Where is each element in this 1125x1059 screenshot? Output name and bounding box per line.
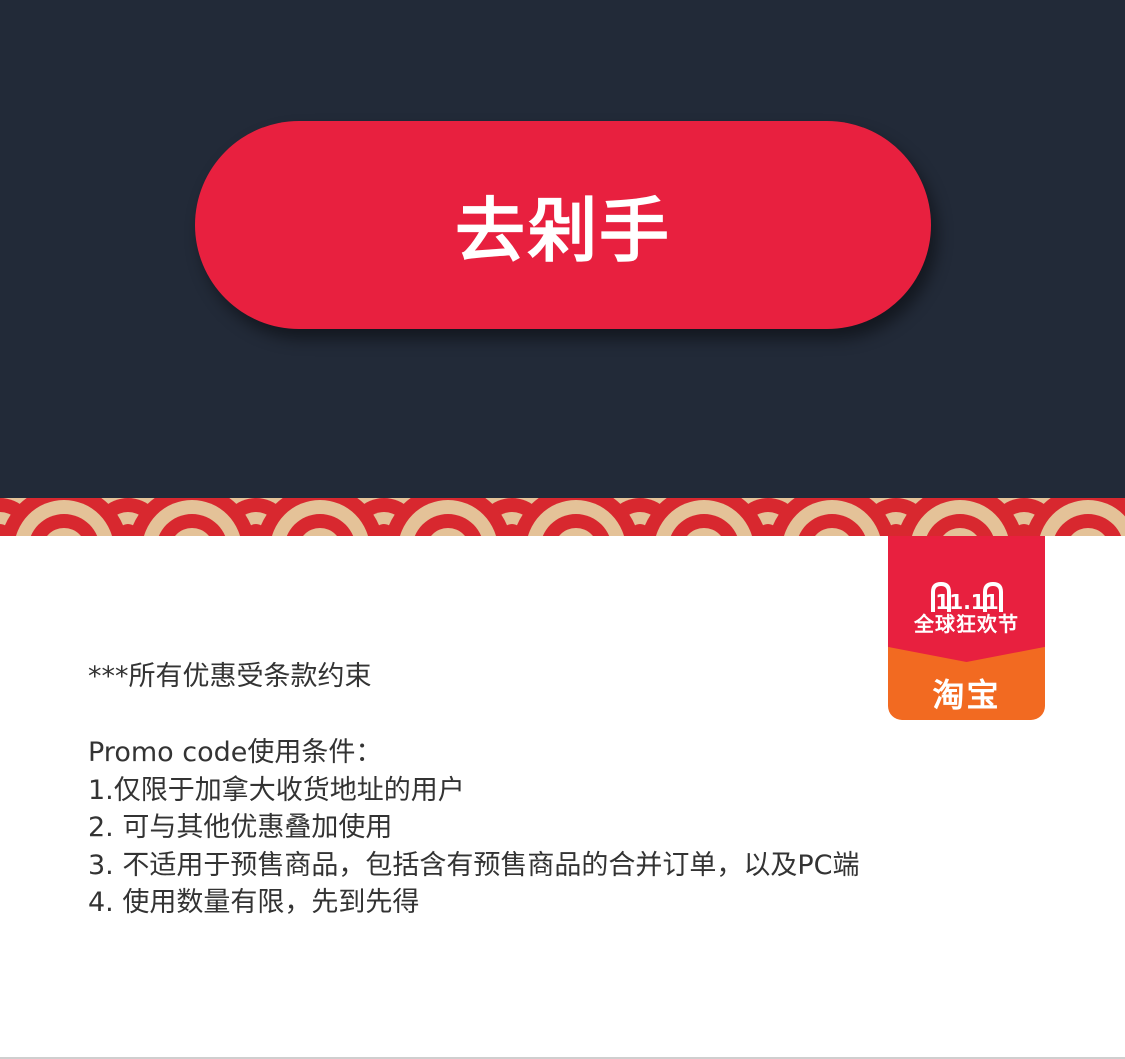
taobao-1111-badge[interactable]: 11.11 全球狂欢节 淘宝 <box>888 536 1045 720</box>
promo-term-item: 4. 使用数量有限，先到先得 <box>88 887 420 918</box>
shop-now-button[interactable]: 去剁手 <box>195 121 931 329</box>
promo-term-item: 3. 不适用于预售商品，包括含有预售商品的合并订单，以及PC端 <box>88 849 860 881</box>
taobao-brand-label: 淘宝 <box>932 676 1001 714</box>
promo-terms-heading: Promo code使用条件： <box>88 737 383 768</box>
wave-pattern-divider <box>0 498 1125 536</box>
header-panel: 去剁手 <box>0 0 1125 498</box>
promo-terms-list: Promo code使用条件： 1.仅限于加拿大收货地址的用户 2. 可与其他优… <box>88 734 859 922</box>
promo-term-item: 1.仅限于加拿大收货地址的用户 <box>88 774 465 806</box>
badge-subtitle: 全球狂欢节 <box>914 612 1019 636</box>
promo-term-item: 2. 可与其他优惠叠加使用 <box>88 812 393 843</box>
shop-now-label: 去剁手 <box>455 189 671 272</box>
wave-pattern-icon <box>0 498 1125 536</box>
terms-disclaimer: ***所有优惠受条款约束 <box>88 661 372 692</box>
